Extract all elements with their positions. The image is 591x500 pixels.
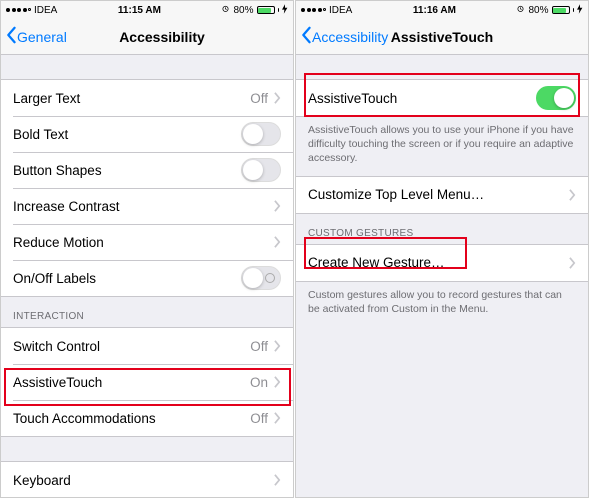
- nav-bar: Accessibility AssistiveTouch: [296, 19, 588, 55]
- charging-icon: [282, 4, 288, 17]
- status-bar: IDEA 11:16 AM 80%: [296, 1, 588, 19]
- clock: 11:15 AM: [118, 5, 161, 16]
- row-bold-text[interactable]: Bold Text: [1, 116, 293, 152]
- row-label: Customize Top Level Menu…: [308, 187, 569, 202]
- section-header-gestures: CUSTOM GESTURES: [296, 214, 588, 244]
- clock: 11:16 AM: [413, 5, 456, 16]
- chevron-right-icon: [274, 340, 281, 352]
- row-onoff-labels[interactable]: On/Off Labels: [1, 260, 293, 296]
- assistivetouch-screen: IDEA 11:16 AM 80% Accessibility Assistiv…: [295, 0, 589, 498]
- carrier-label: IDEA: [329, 5, 352, 16]
- toggle-switch[interactable]: [241, 266, 281, 290]
- chevron-left-icon: [5, 26, 17, 47]
- row-assistivetouch-toggle[interactable]: AssistiveTouch: [296, 80, 588, 116]
- signal-dots-icon: [6, 8, 31, 12]
- row-label: Switch Control: [13, 339, 250, 354]
- chevron-right-icon: [274, 412, 281, 424]
- row-value: On: [250, 375, 268, 390]
- back-label: Accessibility: [312, 29, 388, 45]
- row-increase-contrast[interactable]: Increase Contrast: [1, 188, 293, 224]
- row-label: Keyboard: [13, 473, 274, 488]
- back-button[interactable]: Accessibility: [296, 26, 388, 47]
- battery-icon: [257, 6, 275, 14]
- row-label: Larger Text: [13, 91, 250, 106]
- battery-pct: 80%: [528, 5, 548, 16]
- settings-list[interactable]: Larger Text Off Bold Text Button Shapes …: [1, 55, 293, 497]
- row-label: AssistiveTouch: [13, 375, 250, 390]
- page-title: Accessibility: [31, 29, 293, 45]
- battery-pct: 80%: [233, 5, 253, 16]
- chevron-right-icon: [274, 376, 281, 388]
- row-touch-accommodations[interactable]: Touch Accommodations Off: [1, 400, 293, 436]
- nav-bar: General Accessibility: [1, 19, 293, 55]
- toggle-switch[interactable]: [241, 158, 281, 182]
- toggle-switch[interactable]: [536, 86, 576, 110]
- row-value: Off: [250, 339, 268, 354]
- status-bar: IDEA 11:15 AM 80%: [1, 1, 293, 19]
- row-label: Touch Accommodations: [13, 411, 250, 426]
- assistivetouch-footer: AssistiveTouch allows you to use your iP…: [296, 117, 588, 176]
- row-label: Button Shapes: [13, 163, 241, 178]
- row-customize-menu[interactable]: Customize Top Level Menu…: [296, 177, 588, 213]
- chevron-left-icon: [300, 26, 312, 47]
- row-switch-control[interactable]: Switch Control Off: [1, 328, 293, 364]
- alarm-icon: [516, 4, 525, 16]
- battery-icon: [552, 6, 570, 14]
- row-label: Increase Contrast: [13, 199, 274, 214]
- row-value: Off: [250, 411, 268, 426]
- row-assistivetouch[interactable]: AssistiveTouch On: [1, 364, 293, 400]
- alarm-icon: [221, 4, 230, 16]
- row-label: Bold Text: [13, 127, 241, 142]
- carrier-label: IDEA: [34, 5, 57, 16]
- row-label: Reduce Motion: [13, 235, 274, 250]
- settings-list[interactable]: AssistiveTouch AssistiveTouch allows you…: [296, 55, 588, 497]
- row-value: Off: [250, 91, 268, 106]
- gestures-footer: Custom gestures allow you to record gest…: [296, 282, 588, 326]
- section-header-interaction: INTERACTION: [1, 297, 293, 327]
- row-larger-text[interactable]: Larger Text Off: [1, 80, 293, 116]
- chevron-right-icon: [569, 189, 576, 201]
- row-button-shapes[interactable]: Button Shapes: [1, 152, 293, 188]
- chevron-right-icon: [274, 474, 281, 486]
- row-reduce-motion[interactable]: Reduce Motion: [1, 224, 293, 260]
- chevron-right-icon: [569, 257, 576, 269]
- chevron-right-icon: [274, 236, 281, 248]
- row-create-gesture[interactable]: Create New Gesture…: [296, 245, 588, 281]
- row-label: AssistiveTouch: [308, 91, 536, 106]
- toggle-switch[interactable]: [241, 122, 281, 146]
- row-label: Create New Gesture…: [308, 255, 569, 270]
- accessibility-screen: IDEA 11:15 AM 80% General Accessibility: [0, 0, 294, 498]
- row-label: On/Off Labels: [13, 271, 241, 286]
- charging-icon: [577, 4, 583, 17]
- back-button[interactable]: General: [1, 26, 67, 47]
- row-keyboard[interactable]: Keyboard: [1, 462, 293, 497]
- back-label: General: [17, 29, 67, 45]
- chevron-right-icon: [274, 200, 281, 212]
- signal-dots-icon: [301, 8, 326, 12]
- chevron-right-icon: [274, 92, 281, 104]
